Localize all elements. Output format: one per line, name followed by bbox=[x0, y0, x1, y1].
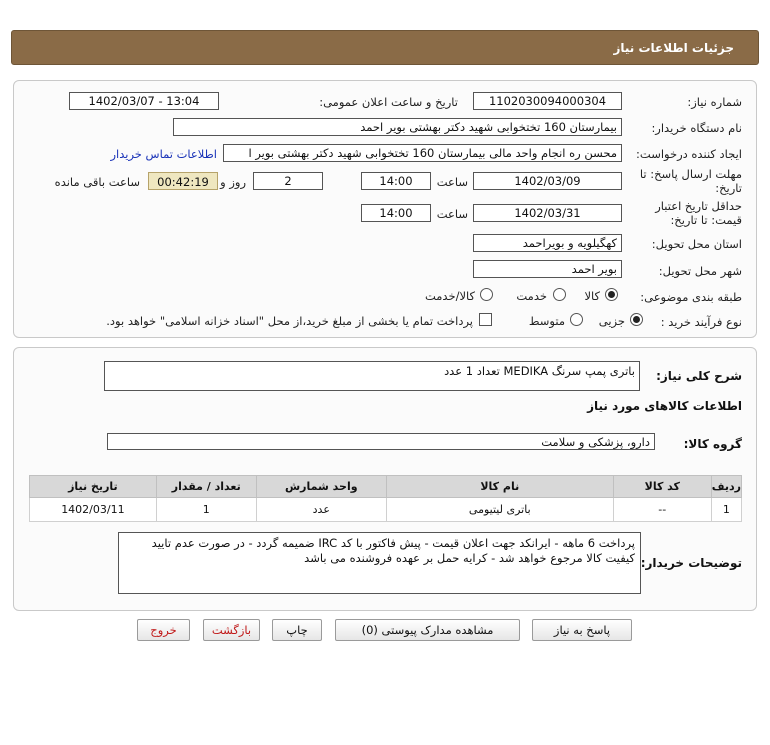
description-label: شرح کلی نیاز: bbox=[656, 369, 742, 383]
validity-date-field: 1402/03/31 bbox=[473, 204, 622, 222]
category-radio-goods[interactable] bbox=[605, 288, 618, 301]
deadline-label-2: تاریخ: bbox=[715, 181, 742, 195]
cell-date: 1402/03/11 bbox=[29, 497, 157, 522]
announce-label: تاریخ و ساعت اعلان عمومی: bbox=[319, 95, 458, 109]
col-date: تاریخ نیاز bbox=[29, 475, 157, 498]
cell-row: 1 bbox=[710, 497, 743, 522]
cell-unit: عدد bbox=[255, 497, 387, 522]
description-field: باتری پمپ سرنگ MEDIKA تعداد 1 عدد bbox=[104, 361, 640, 391]
category-option-goods: کالا bbox=[584, 289, 600, 303]
buyer-contact-link[interactable]: اطلاعات تماس خریدار bbox=[110, 147, 217, 161]
category-radio-service[interactable] bbox=[553, 288, 566, 301]
page-title: جزئیات اطلاعات نیاز bbox=[613, 41, 734, 55]
treasury-payment-note: پرداخت تمام یا بخشی از مبلغ خرید،از محل … bbox=[106, 314, 473, 328]
print-button[interactable]: چاپ bbox=[272, 619, 322, 641]
treasury-payment-checkbox[interactable] bbox=[479, 313, 492, 326]
col-row: ردیف bbox=[710, 475, 743, 498]
goods-table: ردیف کد کالا نام کالا واحد شمارش تعداد /… bbox=[29, 475, 743, 522]
remaining-label: ساعت باقی مانده bbox=[54, 175, 140, 189]
back-button[interactable]: بازگشت bbox=[203, 619, 260, 641]
cell-qty: 1 bbox=[155, 497, 257, 522]
col-qty: تعداد / مقدار bbox=[155, 475, 257, 498]
deadline-label-1: مهلت ارسال پاسخ: تا bbox=[639, 167, 742, 181]
remaining-time-field: 00:42:19 bbox=[148, 172, 218, 190]
validity-label-1: حداقل تاریخ اعتبار bbox=[655, 199, 742, 213]
province-field: کهگیلویه و بویراحمد bbox=[473, 234, 622, 252]
goods-group-label: گروه کالا: bbox=[683, 437, 742, 451]
buyer-field: بیمارستان 160 تختخوابی شهید دکتر بهشتی ب… bbox=[173, 118, 622, 136]
province-label: استان محل تحویل: bbox=[651, 237, 742, 251]
need-number-field: 1102030094000304 bbox=[473, 92, 622, 110]
buyer-label: نام دستگاه خریدار: bbox=[651, 121, 742, 135]
days-field: 2 bbox=[253, 172, 323, 190]
deadline-time-label: ساعت bbox=[436, 175, 468, 189]
process-radio-medium[interactable] bbox=[570, 313, 583, 326]
col-unit: واحد شمارش bbox=[255, 475, 387, 498]
table-row: 1 -- باتری لیتیومی عدد 1 1402/03/11 bbox=[29, 497, 743, 522]
creator-label: ایجاد کننده درخواست: bbox=[636, 147, 742, 161]
validity-time-label: ساعت bbox=[436, 207, 468, 221]
goods-group-field: دارو، پزشکی و سلامت bbox=[107, 433, 655, 450]
process-radio-minor[interactable] bbox=[630, 313, 643, 326]
validity-time-field: 14:00 bbox=[361, 204, 431, 222]
view-attachments-button[interactable]: مشاهده مدارک پیوستی (0) bbox=[335, 619, 520, 641]
col-code: کد کالا bbox=[612, 475, 712, 498]
deadline-date-field: 1402/03/09 bbox=[473, 172, 622, 190]
creator-field: محسن ره انجام واحد مالی بیمارستان 160 تخ… bbox=[223, 144, 622, 162]
buyer-notes-field: پرداخت 6 ماهه - ایرانکد جهت اعلان قیمت -… bbox=[118, 532, 641, 594]
process-option-medium: متوسط bbox=[528, 314, 565, 328]
need-number-label: شماره نیاز: bbox=[687, 95, 742, 109]
city-label: شهر محل تحویل: bbox=[658, 264, 742, 278]
category-option-service: خدمت bbox=[516, 289, 547, 303]
goods-table-header: ردیف کد کالا نام کالا واحد شمارش تعداد /… bbox=[29, 475, 743, 498]
days-label: روز و bbox=[220, 175, 246, 189]
category-label: طبقه بندی موضوعی: bbox=[640, 290, 742, 304]
cell-name: باتری لیتیومی bbox=[385, 497, 614, 522]
process-label: نوع فرآیند خرید : bbox=[660, 315, 742, 329]
category-radio-goods-service[interactable] bbox=[480, 288, 493, 301]
city-field: بویر احمد bbox=[473, 260, 622, 278]
col-name: نام کالا bbox=[385, 475, 614, 498]
process-option-minor: جزیی bbox=[598, 314, 625, 328]
cell-code: -- bbox=[612, 497, 712, 522]
buyer-notes-label: توضیحات خریدار: bbox=[640, 556, 742, 570]
deadline-time-field: 14:00 bbox=[361, 172, 431, 190]
reply-to-need-button[interactable]: پاسخ به نیاز bbox=[532, 619, 632, 641]
validity-label-2: قیمت: تا تاریخ: bbox=[670, 213, 742, 227]
category-option-goods-service: کالا/خدمت bbox=[424, 289, 475, 303]
exit-button[interactable]: خروج bbox=[137, 619, 190, 641]
goods-section-title: اطلاعات کالاهای مورد نیاز bbox=[587, 399, 742, 413]
announce-field: 1402/03/07 - 13:04 bbox=[69, 92, 219, 110]
page-header: جزئیات اطلاعات نیاز bbox=[11, 30, 759, 65]
